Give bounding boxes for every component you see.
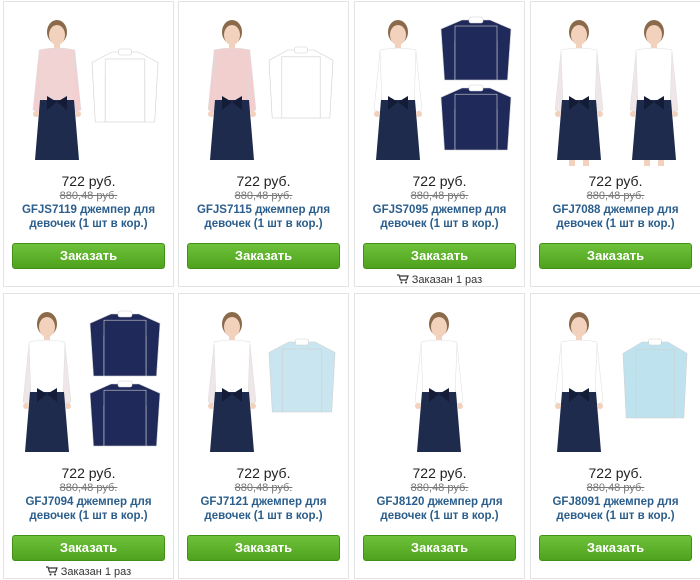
product-image[interactable]: [187, 10, 340, 166]
product-image[interactable]: [187, 302, 340, 458]
model-figure: [629, 20, 679, 166]
price: 722 руб.: [236, 465, 291, 481]
product-card: 722 руб. 880,48 руб. GFJ8120 джемпер для…: [354, 293, 525, 579]
model-figure: [207, 312, 257, 452]
order-button[interactable]: Заказать: [363, 535, 516, 561]
old-price: 880,48 руб.: [59, 482, 118, 494]
product-name-link[interactable]: GFJ7121 джемпер для девочек (1 шт в кор.…: [185, 495, 342, 523]
price: 722 руб.: [61, 173, 116, 189]
model-figure: [207, 20, 257, 160]
product-name-link[interactable]: GFJ8091 джемпер для девочек (1 шт в кор.…: [537, 495, 694, 523]
product-grid: 722 руб. 880,48 руб. GFJS7119 джемпер дл…: [0, 0, 700, 580]
order-button[interactable]: Заказать: [12, 243, 165, 269]
product-card: 722 руб. 880,48 руб. GFJS7115 джемпер дл…: [178, 1, 349, 287]
product-name-link[interactable]: GFJ7094 джемпер для девочек (1 шт в кор.…: [10, 495, 167, 523]
old-price: 880,48 руб.: [586, 190, 645, 202]
model-figure: [414, 312, 464, 452]
product-image[interactable]: [12, 302, 165, 458]
old-price: 880,48 руб.: [59, 190, 118, 202]
product-card: 722 руб. 880,48 руб. GFJ7121 джемпер для…: [178, 293, 349, 579]
order-button[interactable]: Заказать: [539, 535, 692, 561]
order-button[interactable]: Заказать: [363, 243, 516, 269]
model-figure: [22, 312, 72, 452]
old-price: 880,48 руб.: [586, 482, 645, 494]
garment-item: [268, 46, 334, 119]
garment-item: [91, 48, 159, 123]
old-price: 880,48 руб.: [234, 190, 293, 202]
product-name-link[interactable]: GFJS7095 джемпер для девочек (1 шт в кор…: [361, 203, 518, 231]
model-figure: [554, 312, 604, 452]
product-name-link[interactable]: GFJS7115 джемпер для девочек (1 шт в кор…: [185, 203, 342, 231]
product-card: 722 руб. 880,48 руб. GFJ7088 джемпер для…: [530, 1, 700, 287]
price: 722 руб.: [61, 465, 116, 481]
product-name-link[interactable]: GFJS7119 джемпер для девочек (1 шт в кор…: [10, 203, 167, 231]
order-button[interactable]: Заказать: [187, 535, 340, 561]
garment-item: [622, 338, 688, 419]
model-figure: [554, 20, 604, 166]
product-image[interactable]: [539, 302, 692, 458]
product-card: 722 руб. 880,48 руб. GFJ8091 джемпер для…: [530, 293, 700, 579]
garment-item: [440, 84, 512, 151]
cart-icon: [396, 274, 409, 284]
product-name-link[interactable]: GFJ7088 джемпер для девочек (1 шт в кор.…: [537, 203, 694, 231]
order-button[interactable]: Заказать: [12, 535, 165, 561]
product-card: 722 руб. 880,48 руб. GFJS7095 джемпер дл…: [354, 1, 525, 287]
ordered-label: Заказан 1 раз: [60, 566, 132, 578]
ordered-label: Заказан 1 раз: [411, 274, 483, 286]
garment-item: [268, 338, 336, 413]
garment-item: [89, 380, 161, 447]
ordered-status: Заказан 1 раз: [355, 274, 524, 286]
model-figure: [32, 20, 82, 160]
product-image[interactable]: [363, 10, 516, 166]
cart-icon: [45, 566, 58, 576]
old-price: 880,48 руб.: [234, 482, 293, 494]
model-figure: [373, 20, 423, 160]
product-image[interactable]: [539, 10, 692, 166]
price: 722 руб.: [588, 173, 643, 189]
price: 722 руб.: [236, 173, 291, 189]
order-button[interactable]: Заказать: [539, 243, 692, 269]
price: 722 руб.: [588, 465, 643, 481]
ordered-status: Заказан 1 раз: [4, 566, 173, 578]
price: 722 руб.: [412, 465, 467, 481]
garment-item: [89, 310, 161, 377]
garment-item: [440, 16, 512, 81]
order-button[interactable]: Заказать: [187, 243, 340, 269]
price: 722 руб.: [412, 173, 467, 189]
product-card: 722 руб. 880,48 руб. GFJ7094 джемпер для…: [3, 293, 174, 579]
product-card: 722 руб. 880,48 руб. GFJS7119 джемпер дл…: [3, 1, 174, 287]
product-image[interactable]: [363, 302, 516, 458]
product-name-link[interactable]: GFJ8120 джемпер для девочек (1 шт в кор.…: [361, 495, 518, 523]
product-image[interactable]: [12, 10, 165, 166]
old-price: 880,48 руб.: [410, 190, 469, 202]
old-price: 880,48 руб.: [410, 482, 469, 494]
